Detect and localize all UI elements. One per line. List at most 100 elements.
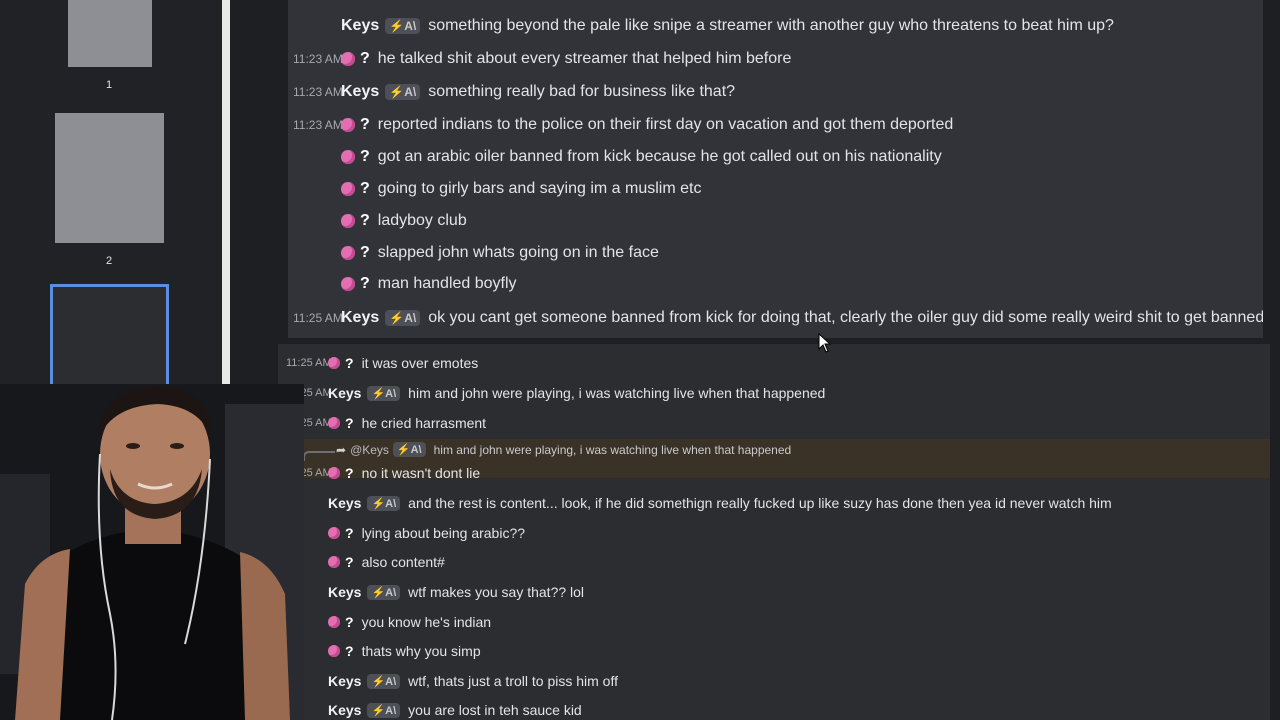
webcam-overlay (0, 384, 304, 720)
user-avatar-icon[interactable] (341, 118, 355, 132)
chat-message[interactable]: ? ladyboy club (293, 209, 467, 233)
message-text: wtf makes you say that?? lol (408, 584, 585, 600)
message-text: ok you cant get someone banned from kick… (428, 309, 1263, 326)
chat-message[interactable]: 11:23 AM? reported indians to the police … (293, 113, 953, 137)
message-username[interactable]: Keys (341, 83, 379, 101)
user-avatar-icon[interactable] (328, 645, 340, 657)
chat-message[interactable]: 11:23 AM? he talked shit about every stre… (293, 47, 791, 71)
user-avatar-icon[interactable] (341, 182, 355, 196)
message-timestamp: 11:25 AM (286, 357, 332, 369)
anonymous-user-marker[interactable]: ? (345, 355, 354, 371)
message-text: something beyond the pale like snipe a s… (428, 17, 1114, 34)
message-text: ladyboy club (377, 212, 467, 229)
message-text: no it wasn't dont lie (361, 465, 481, 481)
message-text: he cried harrasment (361, 415, 487, 431)
message-text: wtf, thats just a troll to piss him off (408, 673, 618, 689)
anonymous-user-marker[interactable]: ? (360, 148, 370, 166)
user-badge: ⚡A\ (367, 702, 401, 718)
message-username[interactable]: Keys (328, 702, 361, 718)
reply-mention[interactable]: @Keys (350, 443, 389, 457)
user-avatar-icon[interactable] (341, 277, 355, 291)
chat-message[interactable]: ? lying about being arabic?? (286, 521, 525, 545)
chat-message[interactable]: 11:25 AM Keys ⚡A\ him and john were playing… (286, 381, 825, 405)
page-thumbnail-2[interactable] (55, 113, 164, 243)
chat-message[interactable]: ? also content# (286, 550, 445, 574)
chat-message[interactable]: ? going to girly bars and saying im a mus… (293, 177, 701, 201)
user-avatar-icon[interactable] (328, 467, 340, 479)
message-text: also content# (361, 554, 445, 570)
anonymous-user-marker[interactable]: ? (360, 180, 370, 198)
reply-preview-text: him and john were playing, i was watchin… (433, 442, 792, 457)
anonymous-user-marker[interactable]: ? (345, 525, 354, 541)
user-avatar-icon[interactable] (328, 417, 340, 429)
user-badge: ⚡A\ (367, 385, 401, 401)
chat-message[interactable]: Keys ⚡A\ wtf, thats just a troll to piss h… (286, 669, 618, 693)
message-text: he talked shit about every streamer that… (377, 50, 792, 67)
reply-preview[interactable]: ➦ @Keys ⚡A\ him and john were playing, i… (336, 442, 791, 457)
message-text: slapped john whats going on in the face (377, 244, 659, 261)
user-avatar-icon[interactable] (328, 527, 340, 539)
mouse-cursor-icon (818, 333, 832, 353)
message-text: and the rest is content... look, if he d… (408, 495, 1112, 511)
user-badge: ⚡A\ (367, 673, 401, 689)
anonymous-user-marker[interactable]: ? (345, 614, 354, 630)
chat-message[interactable]: Keys ⚡A\ and the rest is content... look, … (286, 491, 1112, 515)
user-avatar-icon[interactable] (341, 246, 355, 260)
user-badge: ⚡A\ (367, 495, 401, 511)
user-avatar-icon[interactable] (328, 616, 340, 628)
message-username[interactable]: Keys (341, 17, 379, 35)
message-text: reported indians to the police on their … (377, 116, 954, 133)
anonymous-user-marker[interactable]: ? (345, 643, 354, 659)
chat-panel-bottom: ➦ @Keys ⚡A\ him and john were playing, i… (278, 344, 1270, 720)
anonymous-user-marker[interactable]: ? (360, 50, 370, 68)
chat-message[interactable]: 11:25 AM? it was over emotes (286, 351, 478, 375)
chat-message[interactable]: ? man handled boyfly (293, 272, 517, 296)
message-username[interactable]: Keys (341, 309, 379, 327)
message-text: got an arabic oiler banned from kick bec… (377, 148, 942, 165)
message-text: him and john were playing, i was watchin… (408, 385, 826, 401)
message-username[interactable]: Keys (328, 495, 361, 511)
user-avatar-icon[interactable] (341, 214, 355, 228)
anonymous-user-marker[interactable]: ? (360, 244, 370, 262)
message-text: man handled boyfly (377, 275, 517, 292)
chat-message[interactable]: Keys ⚡A\ you are lost in teh sauce kid (286, 698, 582, 720)
user-badge: ⚡A\ (367, 584, 401, 600)
message-username[interactable]: Keys (328, 385, 361, 401)
chat-message[interactable]: 11:25 AM? no it wasn't dont lie (286, 461, 480, 485)
message-timestamp: 11:23 AM (293, 118, 343, 132)
anonymous-user-marker[interactable]: ? (345, 554, 354, 570)
message-text: something really bad for business like t… (428, 83, 736, 100)
message-username[interactable]: Keys (328, 584, 361, 600)
message-timestamp: 11:23 AM (293, 85, 343, 99)
chat-message[interactable]: 11:25 AM Keys ⚡A\ ok you cant get someone b… (293, 306, 1263, 330)
user-badge: ⚡A\ (385, 84, 421, 100)
anonymous-user-marker[interactable]: ? (360, 116, 370, 134)
chat-message[interactable]: Keys ⚡A\ wtf makes you say that?? lol (286, 580, 584, 604)
anonymous-user-marker[interactable]: ? (345, 465, 354, 481)
user-avatar-icon[interactable] (341, 150, 355, 164)
chat-message[interactable]: ? got an arabic oiler banned from kick be… (293, 145, 942, 169)
message-text: it was over emotes (361, 355, 479, 371)
user-badge: ⚡A\ (385, 18, 421, 34)
user-avatar-icon[interactable] (341, 52, 355, 66)
message-text: thats why you simp (361, 643, 481, 659)
reply-arrow-icon: ➦ (336, 442, 347, 457)
reply-connector-line (303, 451, 335, 461)
user-avatar-icon[interactable] (328, 556, 340, 568)
chat-message[interactable]: 11:25 AM? he cried harrasment (286, 411, 486, 435)
anonymous-user-marker[interactable]: ? (360, 275, 370, 293)
user-avatar-icon[interactable] (328, 357, 340, 369)
chat-message[interactable]: Keys ⚡A\ something beyond the pale like sn… (293, 14, 1114, 38)
chat-message[interactable]: 11:23 AM Keys ⚡A\ something really bad for … (293, 80, 735, 104)
message-text: going to girly bars and saying im a musl… (377, 180, 702, 197)
page-thumbnail-1[interactable] (68, 0, 152, 67)
anonymous-user-marker[interactable]: ? (345, 415, 354, 431)
message-timestamp: 11:25 AM (293, 311, 343, 325)
page-number-2: 2 (105, 255, 113, 267)
chat-message[interactable]: ? slapped john whats going on in the face (293, 241, 659, 265)
user-badge: ⚡A\ (385, 310, 421, 326)
chat-message[interactable]: ? you know he's indian (286, 610, 491, 634)
anonymous-user-marker[interactable]: ? (360, 212, 370, 230)
chat-message[interactable]: ? thats why you simp (286, 639, 481, 663)
message-username[interactable]: Keys (328, 673, 361, 689)
